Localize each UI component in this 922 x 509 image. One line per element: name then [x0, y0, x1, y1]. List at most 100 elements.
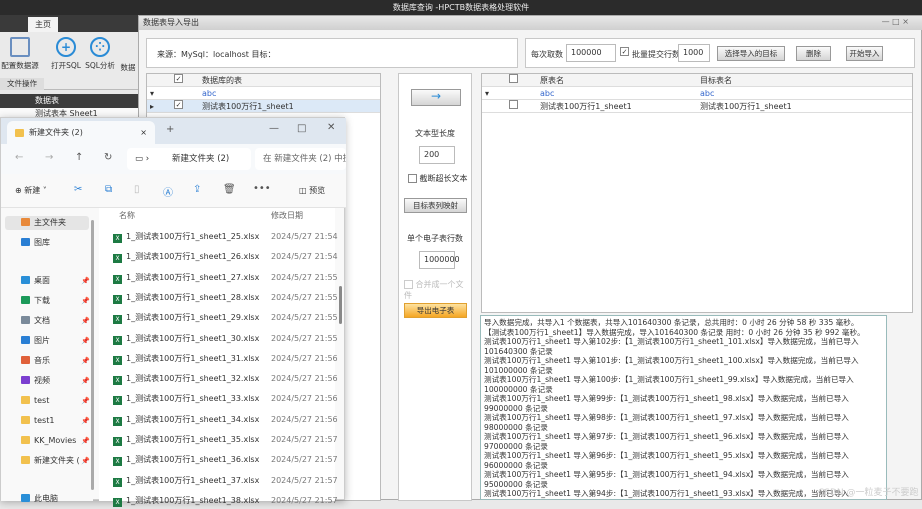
export-spreadsheet-button[interactable]: 导出电子表 — [404, 303, 467, 318]
excel-file-icon: X — [113, 376, 122, 386]
column-mapping-button[interactable]: 目标表列映射 — [404, 198, 467, 213]
filter-input[interactable]: abc — [540, 87, 554, 100]
sidebar-item[interactable]: 视频 📌 — [21, 374, 90, 388]
folder-icon — [21, 336, 30, 344]
file-row[interactable]: X 1_测试表100万行1_sheet1_34.xlsx 2024/5/27 21:… — [99, 412, 338, 428]
sidebar-item[interactable]: 此电脑 — [21, 492, 58, 506]
sidebar-scrollbar[interactable] — [91, 220, 94, 490]
sql-analysis-button[interactable]: ⁘ SQL分析 — [80, 37, 120, 71]
sidebar-item[interactable]: test 📌 — [21, 394, 90, 408]
forward-icon[interactable]: → — [45, 152, 53, 163]
file-row[interactable]: X 1_测试表100万行1_sheet1_35.xlsx 2024/5/27 21:… — [99, 432, 338, 448]
folder-icon — [21, 316, 30, 324]
new-tab-icon[interactable]: + — [166, 124, 174, 135]
column-date[interactable]: 修改日期 — [271, 210, 303, 221]
sidebar-item[interactable]: 新建文件夹 (📌 — [21, 454, 90, 468]
sidebar-item[interactable]: 下载 📌 — [21, 294, 90, 308]
source-panel: 来源：MySql：localhost 目标： — [146, 38, 518, 68]
rename-icon[interactable]: Ⓐ — [163, 184, 173, 199]
row-checkbox[interactable] — [509, 100, 518, 109]
explorer-tab-bar: 新建文件夹 (2) × + — □ ✕ — [1, 118, 346, 144]
table-row[interactable]: 测试表100万行1_sheet1 测试表100万行1_sheet1 — [482, 100, 912, 113]
back-icon[interactable]: ← — [15, 152, 23, 163]
new-button[interactable]: ⊕ 新建 ˅ — [15, 185, 47, 196]
batch-checkbox[interactable]: ✓ — [620, 47, 629, 56]
excel-file-icon: X — [113, 437, 122, 446]
file-row[interactable]: X 1_测试表100万行1_sheet1_25.xlsx 2024/5/27 21:… — [99, 229, 338, 245]
group-label: 文件操作 — [0, 78, 44, 90]
dialog-window-controls[interactable]: — □ × — [882, 17, 909, 26]
sidebar-item[interactable]: KK_Movies 📌 — [21, 434, 90, 448]
filter-input[interactable]: abc — [700, 87, 714, 100]
sidebar-item[interactable]: 文档 📌 — [21, 314, 90, 328]
folder-icon — [21, 456, 30, 464]
sidebar-item[interactable]: 桌面 📌 — [21, 274, 90, 288]
up-icon[interactable]: ↑ — [75, 152, 83, 163]
plus-circle-icon: + — [56, 37, 76, 57]
address-bar[interactable]: ▭ › 新建文件夹 (2) — [127, 148, 251, 170]
log-line: 测试表100万行1_sheet1 导入第102步:【1_测试表100万行1_sh… — [484, 337, 859, 356]
filter-input[interactable]: abc — [202, 87, 216, 100]
select-target-button[interactable]: 选择导入的目标 — [717, 46, 785, 61]
close-tab-icon[interactable]: × — [140, 121, 147, 144]
sidebar-item[interactable]: 主文件夹 — [5, 216, 89, 230]
paste-icon[interactable]: ▯ — [134, 184, 140, 195]
file-row[interactable]: X 1_测试表100万行1_sheet1_37.xlsx 2024/5/27 21:… — [99, 473, 338, 489]
file-row[interactable]: X 1_测试表100万行1_sheet1_27.xlsx 2024/5/27 21:… — [99, 270, 338, 286]
sidebar-item[interactable]: 图片 📌 — [21, 334, 90, 348]
folder-icon — [21, 218, 30, 226]
file-row[interactable]: X 1_测试表100万行1_sheet1_32.xlsx 2024/5/27 21:… — [99, 371, 338, 387]
per-fetch-input[interactable]: 100000 — [566, 44, 616, 62]
file-row[interactable]: X 1_测试表100万行1_sheet1_29.xlsx 2024/5/27 21:… — [99, 310, 338, 326]
refresh-icon[interactable]: ↻ — [104, 152, 112, 163]
excel-file-icon: X — [113, 315, 122, 325]
preview-button[interactable]: ◫ 预览 — [299, 185, 325, 196]
tab-folder[interactable]: 新建文件夹 (2) × — [7, 121, 155, 144]
log-line: 测试表100万行1_sheet1 导入第97步:【1_测试表100万行1_she… — [484, 432, 849, 451]
file-list-scrollbar[interactable] — [339, 286, 342, 324]
text-length-input[interactable]: 200 — [419, 146, 455, 164]
tab-home[interactable]: 主页 — [28, 17, 58, 32]
rows-per-sheet-input[interactable]: 1000000 — [419, 251, 460, 269]
select-all-checkbox[interactable]: ✓ — [174, 74, 183, 83]
data-button[interactable]: 数据 — [116, 37, 140, 73]
file-row[interactable]: X 1_测试表100万行1_sheet1_28.xlsx 2024/5/27 21:… — [99, 290, 338, 306]
file-row[interactable]: X 1_测试表100万行1_sheet1_26.xlsx 2024/5/27 21:… — [99, 249, 338, 265]
excel-file-icon: X — [113, 457, 122, 467]
delete-button[interactable]: 删除 — [796, 46, 831, 61]
folder-icon — [15, 129, 24, 137]
search-input[interactable]: 在 新建文件夹 (2) 中搜索 — [255, 148, 346, 170]
table-row[interactable]: ▸ ✓ 测试表100万行1_sheet1 — [147, 100, 380, 113]
sidebar-item[interactable]: 音乐 📌 — [21, 354, 90, 368]
close-icon[interactable]: ✕ — [327, 122, 335, 133]
more-icon[interactable]: ••• — [253, 183, 271, 194]
copy-icon[interactable]: ⧉ — [105, 184, 112, 195]
select-all-checkbox[interactable] — [509, 74, 518, 83]
excel-file-icon: X — [113, 396, 122, 406]
sidebar-item[interactable]: 图库 — [21, 236, 50, 250]
cut-icon[interactable]: ✂ — [74, 184, 82, 195]
minimize-icon[interactable]: — — [269, 123, 279, 134]
batch-input[interactable]: 1000 — [678, 44, 710, 62]
column-name[interactable]: 名称 — [119, 210, 135, 221]
folder-icon — [21, 238, 30, 246]
truncate-checkbox[interactable]: 截断超长文本 — [408, 173, 468, 184]
folder-icon — [21, 356, 30, 364]
config-datasource-button[interactable]: 配置数据源 — [0, 37, 40, 71]
delete-icon[interactable]: 🗑 — [223, 184, 236, 195]
file-row[interactable]: X 1_测试表100万行1_sheet1_30.xlsx 2024/5/27 21:… — [99, 331, 338, 347]
log-line: 【测试表100万行1_sheet1】导入数据完成，导入101640300 条记录… — [484, 327, 865, 337]
file-row[interactable]: X 1_测试表100万行1_sheet1_36.xlsx 2024/5/27 21:… — [99, 452, 338, 468]
sidebar-item[interactable]: test1 📌 — [21, 414, 90, 428]
share-icon[interactable]: ⇪ — [193, 184, 201, 195]
start-import-button[interactable]: 开始导入 — [846, 46, 883, 61]
left-table-header: 数据表 — [0, 94, 140, 108]
merge-checkbox[interactable]: 合并成一个文件 — [404, 279, 471, 301]
file-row[interactable]: X 1_测试表100万行1_sheet1_31.xlsx 2024/5/27 21:… — [99, 351, 338, 367]
transfer-arrow-button[interactable]: → — [411, 89, 461, 106]
file-row[interactable]: X 1_测试表100万行1_sheet1_38.xlsx 2024/5/27 21:… — [99, 493, 338, 509]
maximize-icon[interactable]: □ — [297, 123, 306, 134]
file-row[interactable]: X 1_测试表100万行1_sheet1_33.xlsx 2024/5/27 21:… — [99, 391, 338, 407]
row-checkbox[interactable]: ✓ — [174, 100, 183, 109]
import-options-panel: 每次取数 100000 ✓ 批量提交行数 1000 选择导入的目标 删除 开始导… — [525, 38, 915, 68]
